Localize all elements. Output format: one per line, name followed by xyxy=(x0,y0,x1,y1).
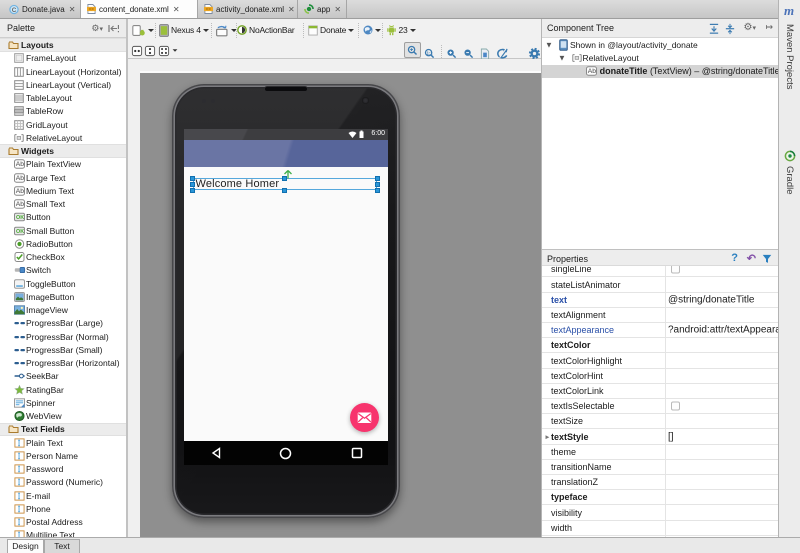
svg-text:<>: <> xyxy=(89,7,95,12)
svg-text:C: C xyxy=(12,6,17,13)
svg-text:Ab: Ab xyxy=(587,68,595,75)
svg-text:Ab: Ab xyxy=(16,162,24,169)
svg-text:<>: <> xyxy=(206,7,212,12)
svg-text:Ab: Ab xyxy=(16,188,24,195)
svg-text:1:1: 1:1 xyxy=(427,50,434,55)
svg-text:OK: OK xyxy=(16,229,24,235)
svg-text:Ab: Ab xyxy=(16,175,24,182)
svg-text:Ab: Ab xyxy=(16,201,24,208)
svg-text:OK: OK xyxy=(16,215,24,221)
